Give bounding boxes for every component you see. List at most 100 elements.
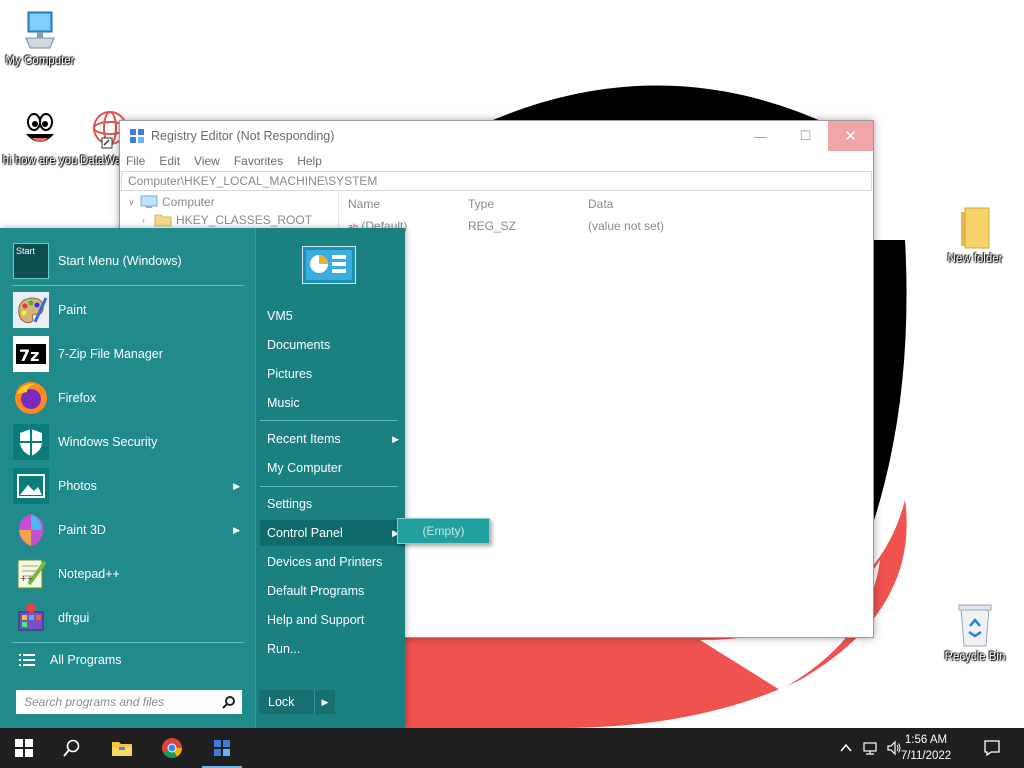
control-panel-submenu[interactable]: (Empty) [397, 518, 490, 544]
taskbar-search-button[interactable] [48, 728, 96, 768]
table-row[interactable]: ab (Default) REG_SZ (value not set) [342, 215, 873, 237]
program-firefox[interactable]: Firefox [12, 378, 244, 418]
menu-edit[interactable]: Edit [159, 154, 180, 168]
link-label: Recent Items [267, 432, 341, 446]
clock-time: 1:56 AM [904, 734, 948, 746]
network-icon[interactable] [862, 740, 878, 756]
program-label: dfrgui [58, 611, 90, 625]
computer-icon [25, 11, 55, 49]
link-my-computer[interactable]: My Computer [260, 455, 405, 481]
program-paint[interactable]: Paint [12, 290, 244, 330]
link-devices-and-printers[interactable]: Devices and Printers [260, 549, 405, 575]
link-help-and-support[interactable]: Help and Support [260, 607, 405, 633]
chevron-down-icon[interactable]: ∨ [128, 197, 140, 208]
link-label: Default Programs [267, 584, 365, 598]
taskbar-file-explorer[interactable] [98, 728, 146, 768]
taskbar-registry-editor[interactable] [198, 728, 246, 768]
folder-icon [154, 214, 172, 227]
close-button[interactable]: ✕ [828, 121, 873, 151]
notepad-plus-plus-icon: ++ [12, 555, 50, 593]
column-header-name[interactable]: Name [342, 197, 468, 211]
start-menu[interactable]: Start Start Menu (Windows) Paint 7z 7-Zi… [0, 228, 405, 728]
lock-label: Lock [268, 695, 295, 709]
chevron-up-icon[interactable] [838, 740, 854, 756]
tree-item-label: HKEY_CLASSES_ROOT [176, 213, 313, 227]
user-picture-icon[interactable] [302, 246, 356, 284]
program-dfrgui[interactable]: dfrgui [12, 598, 244, 638]
menu-file[interactable]: File [126, 154, 145, 168]
program-7-zip-file-manager[interactable]: 7z 7-Zip File Manager [12, 334, 244, 374]
defrag-icon [12, 599, 50, 637]
system-clock[interactable]: 1:56 AM 7/11/2022 [886, 732, 966, 764]
link-recent-items[interactable]: Recent Items ▶ [260, 426, 405, 452]
program-photos[interactable]: Photos ▶ [12, 466, 244, 506]
column-header-data[interactable]: Data [588, 197, 788, 211]
lock-button[interactable]: Lock ▶ [259, 690, 335, 714]
menu-view[interactable]: View [194, 154, 220, 168]
link-vm5[interactable]: VM5 [260, 303, 405, 329]
program-label: Paint [58, 303, 87, 317]
link-label: Documents [267, 338, 331, 352]
link-run[interactable]: Run... [260, 636, 405, 662]
lock-options-arrow-icon[interactable]: ▶ [314, 690, 335, 714]
desktop-icon-my-computer[interactable]: My Computer [0, 8, 80, 68]
start-button[interactable] [0, 728, 48, 768]
program-windows-security[interactable]: Windows Security [12, 422, 244, 462]
program-label: Windows Security [58, 435, 158, 449]
program-label: Notepad++ [58, 567, 120, 581]
desktop-icon-new-folder[interactable]: New folder [935, 206, 1015, 266]
link-label: Control Panel [267, 526, 343, 540]
search-input[interactable]: Search programs and files [16, 690, 242, 714]
svg-text:7z: 7z [19, 346, 39, 365]
link-control-panel[interactable]: Control Panel ▶ [260, 520, 405, 546]
program-paint-3d[interactable]: Paint 3D ▶ [12, 510, 244, 550]
menu-bar: File Edit View Favorites Help [120, 151, 873, 171]
chrome-icon [162, 738, 183, 759]
window-title: Registry Editor (Not Responding) [151, 129, 335, 143]
maximize-button[interactable]: ☐ [783, 121, 828, 151]
all-programs-button[interactable]: All Programs [12, 640, 244, 680]
program-label: Firefox [58, 391, 97, 405]
taskbar-chrome[interactable] [148, 728, 196, 768]
separator [260, 420, 398, 421]
submenu-empty-item: (Empty) [422, 524, 465, 538]
submenu-arrow-icon: ▶ [233, 480, 240, 491]
link-pictures[interactable]: Pictures [260, 361, 405, 387]
notification-icon[interactable] [983, 739, 1001, 757]
separator [12, 285, 244, 286]
link-default-programs[interactable]: Default Programs [260, 578, 405, 604]
minimize-button[interactable]: — [738, 121, 783, 151]
paint-palette-icon [12, 291, 50, 329]
desktop-icon-hi-how-are-you[interactable]: hi how are you [0, 108, 80, 168]
tree-item-computer[interactable]: ∨ Computer [120, 193, 338, 211]
recycle-bin-icon [958, 604, 992, 647]
clock-date: 7/11/2022 [900, 750, 952, 762]
address-bar[interactable]: Computer\HKEY_LOCAL_MACHINE\SYSTEM [121, 171, 872, 191]
start-menu-tile-icon: Start [12, 242, 50, 280]
registry-editor-icon [214, 740, 230, 756]
program-label: Start Menu (Windows) [58, 254, 182, 268]
column-header-type[interactable]: Type [468, 197, 588, 211]
link-label: Music [267, 396, 300, 410]
link-label: Pictures [267, 367, 313, 381]
window-titlebar[interactable]: Registry Editor (Not Responding) — ☐ ✕ [120, 121, 873, 151]
tree-item-hkey-classes-root[interactable]: › HKEY_CLASSES_ROOT [120, 211, 338, 229]
chevron-right-icon[interactable]: › [142, 215, 154, 225]
list-header: Name Type Data [342, 193, 873, 215]
program-start-menu-windows[interactable]: Start Start Menu (Windows) [12, 241, 244, 281]
shield-icon [12, 423, 50, 461]
search-placeholder: Search programs and files [24, 695, 165, 709]
link-music[interactable]: Music [260, 390, 405, 416]
7zip-icon: 7z [12, 335, 50, 373]
menu-favorites[interactable]: Favorites [234, 154, 283, 168]
menu-help[interactable]: Help [297, 154, 322, 168]
desktop-icon-recycle-bin[interactable]: Recycle Bin [935, 602, 1015, 664]
submenu-arrow-icon: ▶ [233, 524, 240, 535]
registry-values-pane[interactable]: Name Type Data ab (Default) REG_SZ (valu… [342, 193, 873, 637]
search-icon[interactable] [222, 695, 236, 709]
desktop-icon-label: hi how are you [2, 155, 78, 167]
program-notepad-plus-plus[interactable]: ++ Notepad++ [12, 554, 244, 594]
computer-icon [140, 195, 158, 208]
link-documents[interactable]: Documents [260, 332, 405, 358]
link-settings[interactable]: Settings [260, 491, 405, 517]
